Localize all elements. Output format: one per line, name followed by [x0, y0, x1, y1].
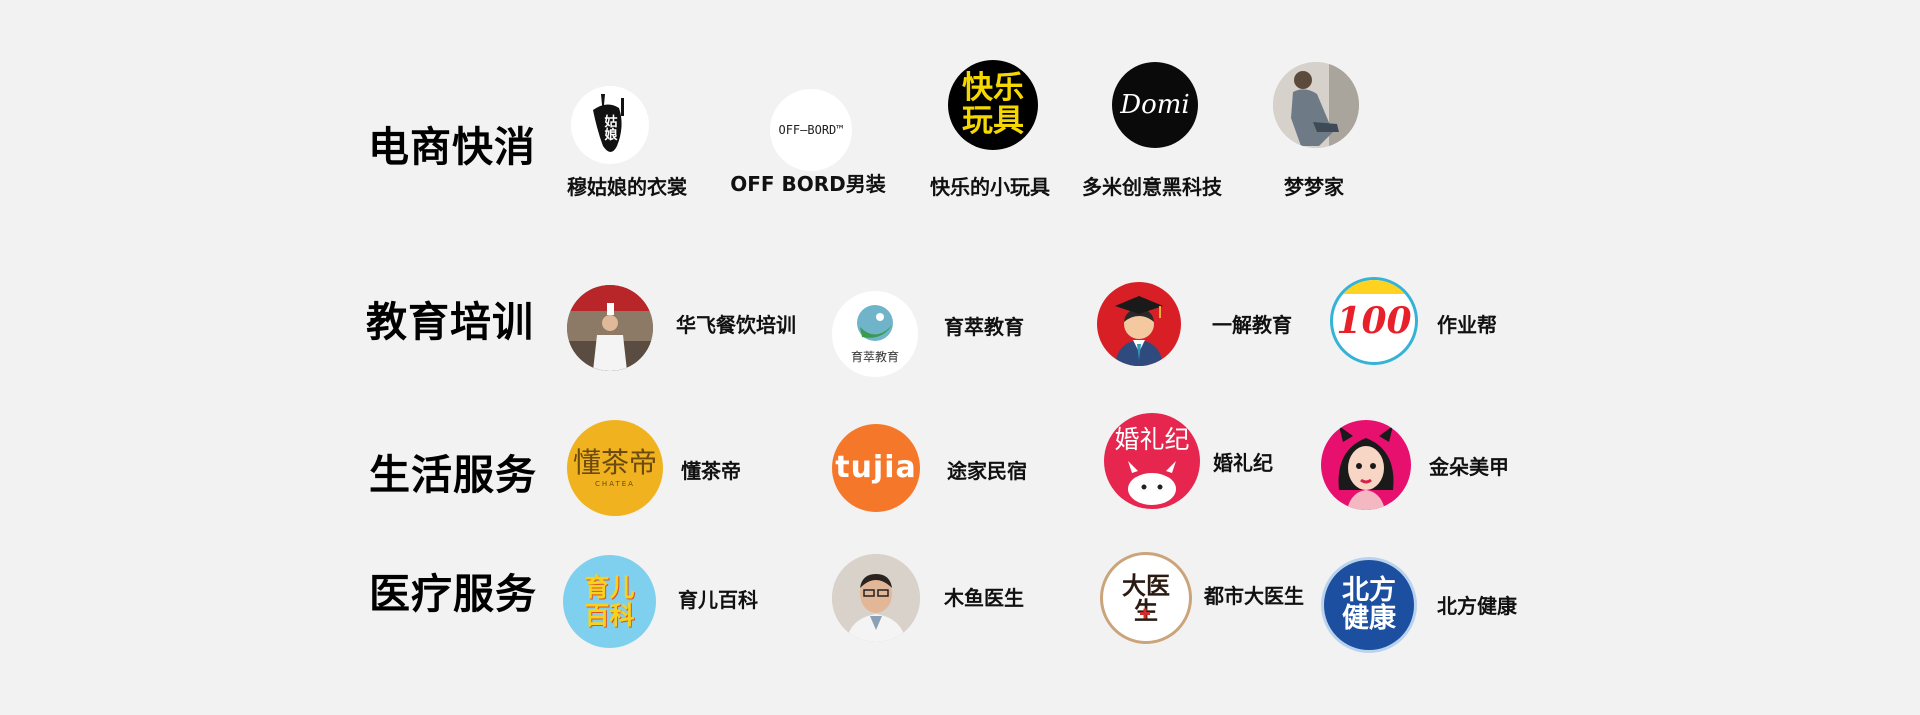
yucui-logo-art: [857, 305, 893, 341]
kuaile-logo-text: 快乐玩具: [962, 70, 1024, 139]
brand-logo-tujia[interactable]: tujia: [832, 424, 920, 512]
brand-name-yuer[interactable]: 育儿百科: [678, 584, 758, 613]
muyu-doctor-photo: [832, 554, 920, 642]
brand-logo-muyu[interactable]: [832, 554, 920, 642]
brand-name-huafei[interactable]: 华飞餐饮培训: [676, 309, 796, 338]
category-life-service: 生活服务: [369, 451, 537, 499]
offbord-logo-text: OFF—BORD™: [778, 123, 844, 137]
dongcha-logo-subtext: CHATEA: [595, 479, 635, 488]
duomi-logo-text: Domi: [1120, 90, 1190, 120]
brand-logo-jinduo[interactable]: [1321, 420, 1411, 510]
brand-name-muyu[interactable]: 木鱼医生: [944, 582, 1024, 611]
brand-logo-yijie[interactable]: [1097, 282, 1181, 366]
brand-name-dushi[interactable]: 都市大医生: [1204, 580, 1304, 609]
brand-name-jinduo[interactable]: 金朵美甲: [1429, 451, 1509, 480]
brand-name-yijie[interactable]: 一解教育: [1212, 309, 1292, 338]
brand-logo-offbord[interactable]: OFF—BORD™: [770, 89, 852, 171]
brand-name-dongcha[interactable]: 懂茶帝: [681, 455, 741, 484]
category-education: 教育培训: [366, 298, 534, 346]
brand-logo-mugu[interactable]: 姑娘: [571, 86, 649, 164]
brand-name-mugu[interactable]: 穆姑娘的衣裳: [567, 171, 687, 200]
brand-logo-yuer[interactable]: 育儿百科: [563, 555, 656, 648]
dushi-red-cross-icon: [1140, 608, 1150, 619]
brand-logo-beifang[interactable]: 北方健康: [1321, 557, 1417, 653]
brand-logo-zuoye[interactable]: 100: [1330, 277, 1418, 365]
mugu-logo-text: 姑娘: [604, 115, 618, 143]
dongcha-logo-text: 懂茶帝: [572, 445, 657, 479]
tujia-logo-text: tujia: [835, 450, 917, 485]
category-medical-service: 医疗服务: [369, 570, 537, 618]
yuer-logo-text: 育儿百科: [584, 573, 635, 630]
brand-logo-hunli[interactable]: 婚礼纪: [1104, 413, 1200, 509]
brand-logo-yucui[interactable]: 育萃教育: [832, 291, 918, 377]
brand-logo-mengmeng[interactable]: [1273, 62, 1359, 148]
brand-logo-kuaile[interactable]: 快乐玩具: [948, 60, 1038, 150]
huafei-photo: [567, 285, 653, 371]
hunli-mascot: [1128, 461, 1176, 505]
brand-name-offbord[interactable]: OFF BORD男装: [730, 168, 886, 197]
jinduo-girl-illustration: [1338, 426, 1394, 510]
zuoye-logo-text: 100: [1336, 300, 1412, 342]
beifang-logo-text: 北方健康: [1342, 574, 1396, 634]
category-ecommerce: 电商快消: [368, 123, 536, 171]
brand-logo-dushi[interactable]: 大医生: [1100, 552, 1192, 644]
brand-logo-dongcha[interactable]: 懂茶帝 CHATEA: [567, 420, 663, 516]
brand-name-mengmeng[interactable]: 梦梦家: [1284, 171, 1344, 200]
yucui-logo-text: 育萃教育: [850, 350, 899, 364]
brand-logo-huafei[interactable]: [567, 285, 653, 371]
zuoye-logo-band: [1333, 280, 1415, 294]
brand-logo-duomi[interactable]: Domi: [1112, 62, 1198, 148]
brand-name-beifang[interactable]: 北方健康: [1437, 590, 1517, 619]
mengmeng-portrait: [1273, 62, 1359, 148]
brand-name-yucui[interactable]: 育萃教育: [944, 311, 1024, 340]
brand-name-tujia[interactable]: 途家民宿: [947, 455, 1027, 484]
yijie-graduate-icon: [1115, 296, 1163, 366]
brand-name-hunli[interactable]: 婚礼纪: [1213, 447, 1273, 476]
brand-name-kuaile[interactable]: 快乐的小玩具: [930, 171, 1050, 200]
brand-name-duomi[interactable]: 多米创意黑科技: [1082, 171, 1222, 200]
brand-name-zuoye[interactable]: 作业帮: [1437, 309, 1497, 338]
